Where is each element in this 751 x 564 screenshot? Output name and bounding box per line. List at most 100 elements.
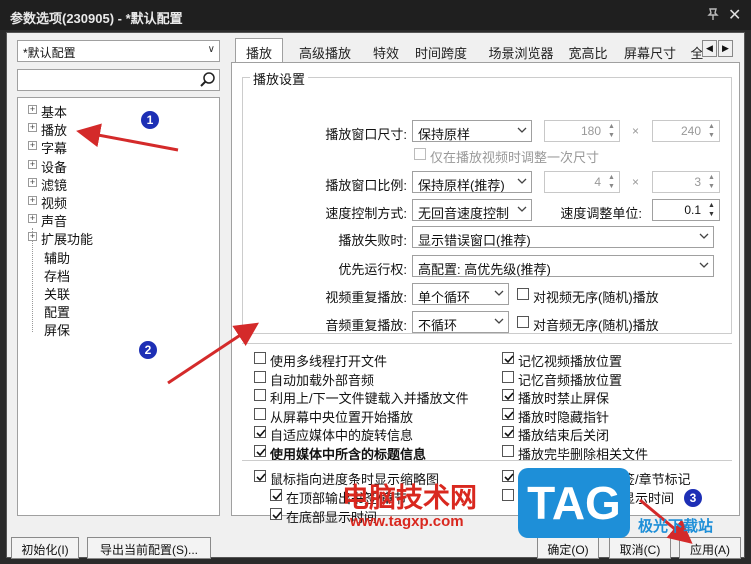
ratio-height-stepper[interactable]: 3 ▲ ▼: [652, 171, 720, 193]
fail-value: 显示错误窗口(推荐): [418, 233, 531, 248]
checkbox-box: [254, 370, 266, 383]
option-label: 使用多线程打开文件: [270, 354, 388, 369]
search-input[interactable]: [17, 69, 220, 91]
checkbox-box: [254, 470, 266, 482]
preset-select[interactable]: *默认配置 ∨: [17, 40, 220, 62]
chevron-down-icon: [517, 206, 527, 212]
audio-repeat-select[interactable]: 不循环: [412, 311, 509, 333]
preset-value: *默认配置: [23, 46, 76, 60]
ratio-select[interactable]: 保持原样(推荐): [412, 171, 532, 193]
ok-button[interactable]: 确定(O): [537, 537, 599, 559]
checkbox-box: [502, 426, 514, 439]
divider: [242, 343, 732, 344]
tab[interactable]: 高级播放: [289, 39, 361, 61]
checkbox-box: [502, 352, 514, 364]
audio-repeat-value: 不循环: [418, 318, 458, 333]
chevron-down-icon: [699, 262, 709, 268]
apply-button[interactable]: 应用(A): [679, 537, 741, 559]
expand-icon[interactable]: +: [28, 232, 37, 242]
priority-select[interactable]: 高配置: 高优先级(推荐): [412, 255, 714, 277]
export-config-button[interactable]: 导出当前配置(S)...: [87, 537, 211, 559]
group-title: 播放设置: [250, 69, 309, 88]
stepper-arrows-icon[interactable]: ▲ ▼: [605, 173, 618, 191]
pin-icon[interactable]: [706, 7, 720, 21]
speed-unit-stepper[interactable]: 0.1 ▲ ▼: [652, 199, 720, 221]
top-bookmark-label: 在顶部输出书签/章节: [286, 491, 407, 506]
tab[interactable]: 特效: [367, 39, 405, 61]
checkbox-box: [414, 148, 426, 160]
tab[interactable]: 播放: [235, 38, 283, 62]
show-time-label: 鼠标在进度条上时显示时间: [518, 491, 675, 506]
checkbox-box: [502, 389, 514, 402]
expand-icon[interactable]: +: [28, 196, 37, 205]
ratio-height-value: 3: [694, 175, 701, 189]
checkbox-box: [270, 489, 282, 501]
width-stepper[interactable]: 180 ▲ ▼: [544, 120, 620, 142]
priority-value: 高配置: 高优先级(推荐): [418, 262, 551, 277]
tab-scroll-left-icon[interactable]: ◀: [702, 40, 717, 57]
tab[interactable]: 场景浏览器: [483, 39, 559, 61]
initialize-button[interactable]: 初始化(I): [11, 537, 79, 559]
window-size-label: 播放窗口尺寸:: [325, 127, 407, 142]
tab[interactable]: 宽高比: [565, 39, 611, 61]
height-value: 240: [680, 124, 701, 138]
audio-repeat-label: 音频重复播放:: [325, 318, 407, 333]
settings-window: 参数选项(230905) - *默认配置 ✕ *默认配置 ∨ + 基本 + 播放 + 字幕…: [0, 0, 751, 564]
fail-label: 播放失败时:: [338, 233, 407, 248]
option-label: 播放时禁止屏保: [518, 391, 610, 407]
fail-select[interactable]: 显示错误窗口(推荐): [412, 226, 714, 248]
ratio-width-stepper[interactable]: 4 ▲ ▼: [544, 171, 620, 193]
video-repeat-value: 单个循环: [418, 290, 471, 305]
tab[interactable]: 屏幕尺寸: [617, 39, 683, 61]
priority-label: 优先运行权:: [338, 262, 407, 277]
speed-unit-label: 速度调整单位:: [560, 206, 642, 221]
show-thumbnail-label: 鼠标指向进度条时显示缩略图: [270, 472, 440, 487]
speed-mode-select[interactable]: 无回音速度控制: [412, 199, 532, 221]
tab[interactable]: 时间跨度: [407, 39, 475, 61]
expand-icon[interactable]: +: [28, 141, 37, 151]
tree-item-label: 辅助: [44, 250, 71, 266]
expand-icon[interactable]: +: [28, 123, 37, 133]
dialog-body: *默认配置 ∨ + 基本 + 播放 + 字幕 + 设备 + 滤镜 + 视频 + 声音 + 扩展功能 辅助 存档 关联…: [6, 32, 745, 559]
expand-icon[interactable]: +: [28, 177, 37, 187]
ratio-label: 播放窗口比例:: [325, 178, 407, 193]
tab-scroll-right-icon[interactable]: ▶: [718, 40, 733, 57]
checkbox-box: [517, 288, 529, 300]
search-icon[interactable]: [199, 71, 217, 89]
stepper-arrows-icon[interactable]: ▲ ▼: [605, 122, 618, 140]
chevron-down-icon: [494, 318, 504, 324]
stepper-arrows-icon[interactable]: ▲ ▼: [705, 173, 718, 191]
checkbox-box: [502, 470, 514, 482]
checkbox-box: [254, 389, 266, 402]
tree-item-label: 关联: [44, 287, 71, 302]
height-stepper[interactable]: 240 ▲ ▼: [652, 120, 720, 142]
option-label: 记忆视频播放位置: [518, 354, 623, 369]
stepper-arrows-icon[interactable]: ▲ ▼: [705, 122, 718, 140]
option-label: 播放时隐藏指针: [518, 409, 610, 425]
tree-item-label: 视频: [41, 196, 68, 211]
expand-icon[interactable]: +: [28, 105, 37, 114]
times-sign: ×: [632, 175, 640, 189]
divider: [242, 460, 732, 461]
option-label: 自适应媒体中的旋转信息: [270, 428, 414, 444]
expand-icon[interactable]: +: [28, 159, 37, 169]
window-size-value: 保持原样: [418, 127, 471, 142]
window-size-select[interactable]: 保持原样: [412, 120, 532, 142]
option-label: 从屏幕中央位置开始播放: [270, 409, 414, 425]
checkbox-box: [502, 370, 514, 383]
option-label: 利用上/下一文件键载入并播放文件: [270, 391, 469, 407]
times-sign: ×: [632, 124, 640, 138]
chevron-down-icon: [517, 127, 527, 133]
cancel-button[interactable]: 取消(C): [609, 537, 671, 559]
tree-item-label: 基本: [41, 105, 68, 120]
tree-item-label: 扩展功能: [41, 232, 94, 248]
expand-icon[interactable]: +: [28, 214, 37, 224]
tab-bar: 播放 高级播放 特效 时间跨度 场景浏览器 宽高比 屏幕尺寸全: [231, 38, 731, 62]
category-tree: + 基本 + 播放 + 字幕 + 设备 + 滤镜 + 视频 + 声音 + 扩展功能 辅助 存档 关联 配置 屏保: [17, 97, 220, 516]
stepper-arrows-icon[interactable]: ▲ ▼: [705, 201, 718, 219]
option-label: 播放结束后关闭: [518, 428, 610, 444]
video-repeat-select[interactable]: 单个循环: [412, 283, 509, 305]
close-icon[interactable]: ✕: [728, 5, 741, 25]
checkbox-box: [270, 508, 282, 520]
playback-panel: 播放设置 播放窗口尺寸: 保持原样 180 ▲ ▼ × 240 ▲ ▼ 仅在播放视频…: [231, 62, 740, 525]
